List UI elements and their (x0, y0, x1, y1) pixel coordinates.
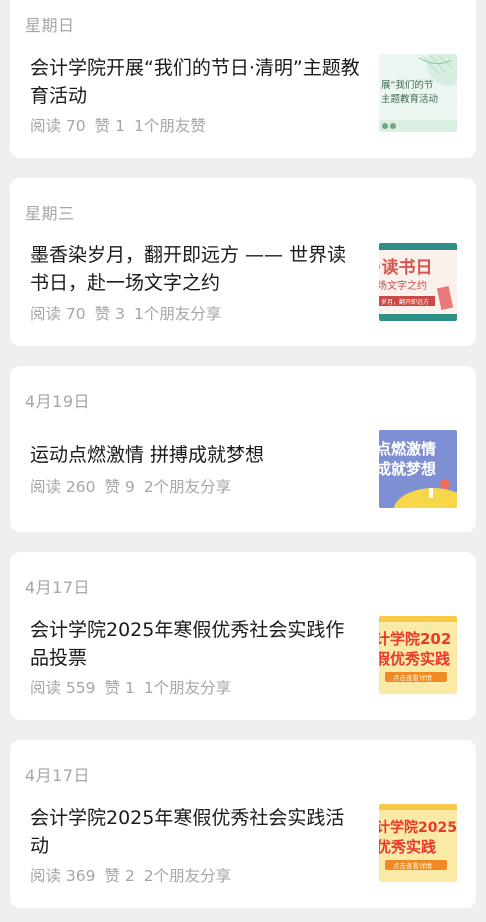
like-count: 赞 2 (104, 867, 135, 885)
article-date: 4月19日 (25, 392, 91, 411)
article-card[interactable]: 星期三 墨香染岁月，翻开即远方 —— 世界读书日，赴一场文字之约 阅读 70 赞 … (10, 178, 476, 346)
thumb-text: 点燃激情 (379, 440, 436, 458)
article-stats: 阅读 70 赞 3 1个朋友分享 (30, 302, 230, 324)
article-card[interactable]: 星期日 会计学院开展“我们的节日·清明”主题教育活动 阅读 70 赞 1 1个朋友赞… (10, 0, 476, 158)
thumb-text: 场文字之约 (379, 279, 427, 292)
article-date: 4月17日 (25, 766, 91, 785)
article-card[interactable]: 4月19日 运动点燃激情 拼搏成就梦想 阅读 260 赞 9 2个朋友分享 点燃激情… (10, 366, 476, 532)
article-thumbnail[interactable]: 点燃激情 成就梦想 (379, 430, 457, 508)
thumb-text: 计学院2025 (379, 819, 457, 836)
thumb-text: 计学院202 (379, 630, 451, 648)
thumb-text: ·读书日 (379, 257, 432, 278)
thumb-text: 成就梦想 (379, 460, 436, 478)
friend-activity: 2个朋友分享 (143, 867, 232, 885)
article-stats: 阅读 70 赞 1 1个朋友赞 (30, 114, 215, 136)
thumb-text: 假优秀实践 (379, 650, 450, 668)
read-count: 阅读 70 (30, 305, 86, 323)
friend-activity: 1个朋友分享 (143, 679, 232, 697)
friend-activity: 1个朋友分享 (133, 305, 222, 323)
like-count: 赞 3 (94, 305, 125, 323)
like-count: 赞 9 (104, 478, 135, 496)
read-count: 阅读 70 (30, 117, 86, 135)
article-thumbnail[interactable]: ·读书日 场文字之约 岁月，翻开即远方 (379, 243, 457, 321)
article-date: 星期日 (25, 16, 75, 35)
read-count: 阅读 369 (30, 867, 96, 885)
article-date: 星期三 (25, 204, 75, 223)
article-stats: 阅读 260 赞 9 2个朋友分享 (30, 475, 240, 497)
thumb-text: 优秀实践 (379, 838, 436, 856)
thumb-text: 点击查看详情 (393, 861, 433, 870)
read-count: 阅读 559 (30, 679, 96, 697)
article-card[interactable]: 4月17日 会计学院2025年寒假优秀社会实践作品投票 阅读 559 赞 1 1个朋… (10, 552, 476, 720)
article-title[interactable]: 墨香染岁月，翻开即远方 —— 世界读书日，赴一场文字之约 (30, 241, 360, 297)
read-count: 阅读 260 (30, 478, 96, 496)
like-count: 赞 1 (104, 679, 135, 697)
thumb-text: 点击查看详情 (393, 673, 433, 682)
thumb-text: 岁月，翻开即远方 (381, 298, 429, 306)
article-card[interactable]: 4月17日 会计学院2025年寒假优秀社会实践活动 阅读 369 赞 2 2个朋友分… (10, 740, 476, 908)
article-title[interactable]: 会计学院2025年寒假优秀社会实践活动 (30, 804, 360, 860)
thumb-text: 主题教育活动 (381, 93, 438, 105)
article-thumbnail[interactable]: 展“我们的节 主题教育活动 (379, 54, 457, 132)
article-title[interactable]: 运动点燃激情 拼搏成就梦想 (30, 441, 360, 469)
article-stats: 阅读 559 赞 1 1个朋友分享 (30, 676, 240, 698)
article-thumbnail[interactable]: 计学院202 假优秀实践 点击查看详情 (379, 616, 457, 694)
friend-activity: 2个朋友分享 (143, 478, 232, 496)
article-feed: 星期日 会计学院开展“我们的节日·清明”主题教育活动 阅读 70 赞 1 1个朋友赞… (0, 0, 486, 922)
article-title[interactable]: 会计学院开展“我们的节日·清明”主题教育活动 (30, 54, 360, 110)
article-stats: 阅读 369 赞 2 2个朋友分享 (30, 864, 240, 886)
like-count: 赞 1 (94, 117, 125, 135)
article-title[interactable]: 会计学院2025年寒假优秀社会实践作品投票 (30, 616, 360, 672)
friend-activity: 1个朋友赞 (133, 117, 206, 135)
article-thumbnail[interactable]: 计学院2025 优秀实践 点击查看详情 (379, 804, 457, 882)
thumb-text: 展“我们的节 (381, 79, 433, 91)
article-date: 4月17日 (25, 578, 91, 597)
